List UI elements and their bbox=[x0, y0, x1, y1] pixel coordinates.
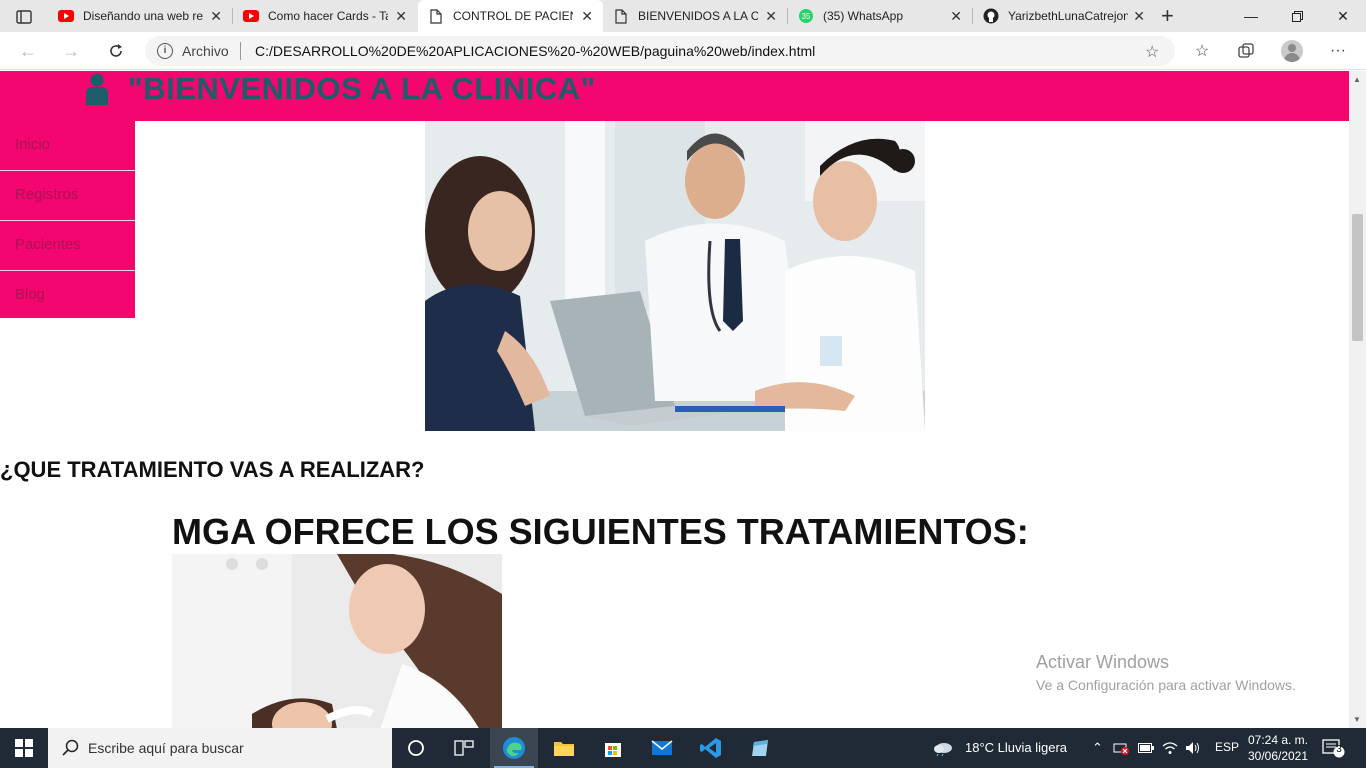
profile-avatar[interactable] bbox=[1281, 40, 1303, 62]
url-input[interactable]: C:/DESARROLLO%20DE%20APLICACIONES%20-%20… bbox=[255, 43, 815, 59]
taskbar-search[interactable]: Escribe aquí para buscar bbox=[48, 728, 392, 768]
info-icon[interactable]: i bbox=[157, 43, 173, 59]
vscode-icon[interactable] bbox=[687, 728, 735, 768]
edge-browser-icon[interactable] bbox=[490, 728, 538, 768]
tab-title: YarizbethLunaCatrejon bbox=[1008, 9, 1128, 23]
favorites-icon[interactable]: ☆ bbox=[1190, 40, 1214, 62]
scroll-up-icon[interactable]: ▲ bbox=[1353, 75, 1361, 84]
github-icon bbox=[983, 8, 999, 24]
youtube-icon bbox=[243, 8, 259, 24]
refresh-icon[interactable] bbox=[104, 40, 128, 62]
side-navigation: Inicio Registros Pacientes Blog bbox=[0, 121, 135, 318]
document-icon bbox=[613, 8, 629, 24]
tab-title: Diseñando una web re bbox=[83, 9, 203, 23]
browser-tab[interactable]: YarizbethLunaCatrejon ✕ bbox=[973, 0, 1155, 32]
weather-icon[interactable] bbox=[926, 728, 960, 768]
close-window-icon[interactable]: ✕ bbox=[1320, 0, 1366, 32]
tray-chevron-icon[interactable]: ⌃ bbox=[1092, 740, 1103, 756]
browser-tab[interactable]: Como hacer Cards - Ta ✕ bbox=[233, 0, 417, 32]
url-divider bbox=[240, 42, 241, 60]
store-icon[interactable] bbox=[589, 728, 637, 768]
clock-time: 07:24 a. m. bbox=[1247, 733, 1309, 747]
notification-center-icon[interactable]: 3 bbox=[1322, 738, 1346, 758]
document-icon bbox=[428, 8, 444, 24]
close-tab-icon[interactable]: ✕ bbox=[395, 9, 407, 23]
tab-title: (35) WhatsApp bbox=[823, 9, 904, 23]
youtube-icon bbox=[58, 8, 74, 24]
close-tab-icon[interactable]: ✕ bbox=[1133, 9, 1145, 23]
watermark-title: Activar Windows bbox=[1036, 652, 1170, 672]
more-options-icon[interactable]: ··· bbox=[1326, 40, 1350, 62]
tab-actions-icon[interactable] bbox=[8, 6, 40, 28]
url-box[interactable]: i Archivo C:/DESARROLLO%20DE%20APLICACIO… bbox=[145, 36, 1175, 66]
file-explorer-icon[interactable] bbox=[540, 728, 588, 768]
back-icon[interactable]: ← bbox=[16, 40, 40, 62]
search-placeholder: Escribe aquí para buscar bbox=[88, 740, 244, 756]
notification-count: 3 bbox=[1336, 744, 1342, 755]
user-icon bbox=[86, 73, 108, 105]
page-title: "BIENVENIDOS A LA CLINICA" bbox=[128, 71, 596, 106]
page-scrollbar[interactable]: ▲ ▼ bbox=[1349, 71, 1366, 728]
add-favorite-icon[interactable]: ☆ bbox=[1145, 42, 1159, 62]
browser-tab-active[interactable]: CONTROL DE PACIENT ✕ bbox=[418, 0, 603, 32]
svg-text:35: 35 bbox=[802, 12, 811, 21]
collections-icon[interactable] bbox=[1234, 40, 1258, 62]
nav-item-pacientes[interactable]: Pacientes bbox=[0, 221, 135, 271]
close-tab-icon[interactable]: ✕ bbox=[950, 9, 962, 23]
search-icon bbox=[62, 739, 79, 756]
cortana-icon[interactable] bbox=[392, 728, 440, 768]
minimize-icon[interactable]: — bbox=[1228, 0, 1274, 32]
treatment-image bbox=[172, 554, 502, 728]
browser-tab[interactable]: BIENVENIDOS A LA CL ✕ bbox=[603, 0, 787, 32]
windows-start-icon[interactable] bbox=[0, 728, 48, 768]
clock-date: 30/06/2021 bbox=[1247, 749, 1309, 763]
scroll-down-icon[interactable]: ▼ bbox=[1353, 715, 1361, 724]
battery-icon[interactable] bbox=[1135, 728, 1157, 768]
new-tab-icon[interactable]: + bbox=[1161, 5, 1174, 27]
restore-icon[interactable] bbox=[1274, 0, 1320, 32]
watermark-subtitle: Ve a Configuración para activar Windows. bbox=[1036, 677, 1296, 693]
nav-item-blog[interactable]: Blog bbox=[0, 271, 135, 321]
network-error-icon[interactable] bbox=[1110, 728, 1132, 768]
activation-watermark: Activar Windows Ve a Configuración para … bbox=[1036, 652, 1296, 693]
tab-title: Como hacer Cards - Ta bbox=[268, 9, 388, 23]
browser-tab[interactable]: Diseñando una web re ✕ bbox=[48, 0, 232, 32]
wifi-icon[interactable] bbox=[1159, 728, 1181, 768]
weather-text[interactable]: 18°C Lluvia ligera bbox=[965, 740, 1067, 755]
browser-tab[interactable]: 35 (35) WhatsApp ✕ bbox=[788, 0, 972, 32]
nav-item-registros[interactable]: Registros bbox=[0, 171, 135, 221]
language-indicator[interactable]: ESP bbox=[1215, 740, 1239, 754]
site-header: "BIENVENIDOS A LA CLINICA" bbox=[0, 71, 1349, 121]
close-tab-icon[interactable]: ✕ bbox=[210, 9, 222, 23]
close-tab-icon[interactable]: ✕ bbox=[765, 9, 777, 23]
treatments-heading: MGA OFRECE LOS SIGUIENTES TRATAMIENTOS: bbox=[172, 511, 1029, 552]
forward-icon[interactable]: → bbox=[59, 40, 83, 62]
nav-item-inicio[interactable]: Inicio bbox=[0, 121, 135, 171]
taskbar: Escribe aquí para buscar 18°C Lluvia lig… bbox=[0, 728, 1366, 768]
volume-icon[interactable] bbox=[1182, 728, 1204, 768]
tab-title: BIENVENIDOS A LA CL bbox=[638, 9, 758, 23]
mail-icon[interactable] bbox=[638, 728, 686, 768]
close-tab-icon[interactable]: ✕ bbox=[581, 9, 593, 23]
task-view-icon[interactable] bbox=[440, 728, 488, 768]
scrollbar-thumb[interactable] bbox=[1352, 214, 1363, 341]
page-viewport: "BIENVENIDOS A LA CLINICA" Inicio Regist… bbox=[0, 71, 1366, 728]
whatsapp-icon: 35 bbox=[798, 8, 814, 24]
treatment-question: ¿QUE TRATAMIENTO VAS A REALIZAR? bbox=[0, 457, 425, 482]
clock[interactable]: 07:24 a. m. 30/06/2021 bbox=[1242, 732, 1314, 764]
tab-title: CONTROL DE PACIENT bbox=[453, 9, 573, 23]
url-scheme-label: Archivo bbox=[182, 43, 229, 59]
clinic-consultation-image bbox=[425, 121, 925, 431]
address-bar: ← → i Archivo C:/DESARROLLO%20DE%20APLIC… bbox=[0, 32, 1366, 70]
notepad-icon[interactable] bbox=[736, 728, 784, 768]
tab-strip: Diseñando una web re ✕ Como hacer Cards … bbox=[0, 0, 1366, 32]
